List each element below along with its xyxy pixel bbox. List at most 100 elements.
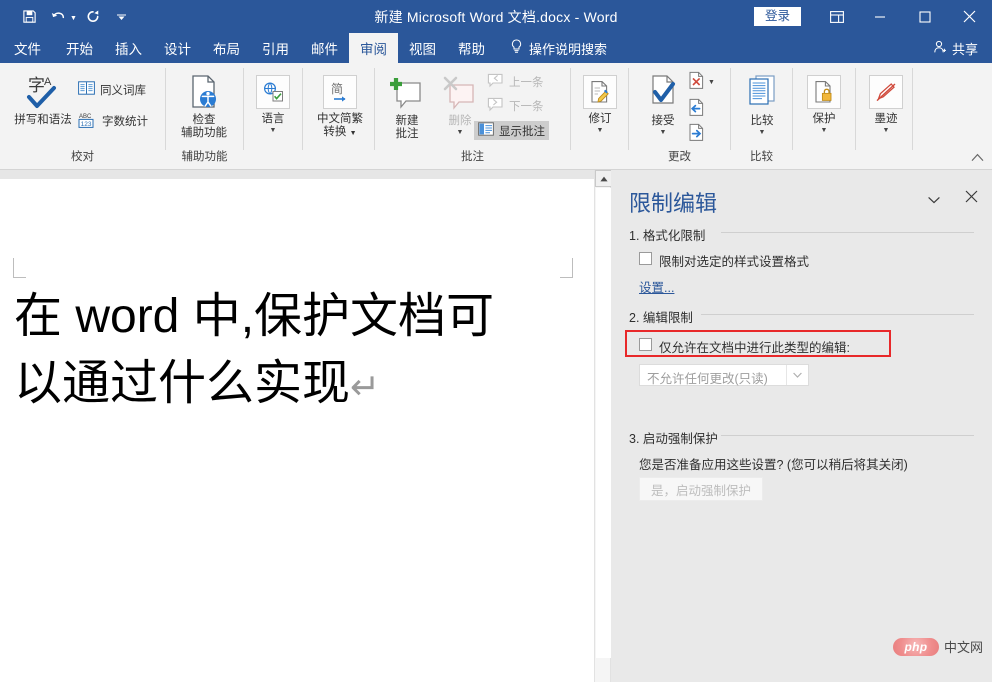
tab-design[interactable]: 设计 (153, 33, 202, 63)
language-icon (256, 73, 290, 111)
svg-text:123: 123 (81, 121, 92, 128)
spelling-check-icon: 字 A (23, 70, 63, 112)
track-changes-button[interactable]: 修订 ▼ (578, 73, 622, 135)
ink-dropdown-icon[interactable]: ▼ (883, 127, 890, 135)
chinese-conversion-label-1: 中文简繁 (317, 113, 363, 125)
undo-icon[interactable] (45, 4, 71, 30)
chinese-conversion-label-2: 转换 ▼ (323, 126, 357, 138)
chinese-conversion-button[interactable]: 简 中文简繁 转换 ▼ (309, 73, 371, 140)
track-changes-dropdown-icon[interactable]: ▼ (597, 127, 604, 135)
reject-dropdown-icon[interactable]: ▼ (708, 79, 715, 86)
formatting-settings-link[interactable]: 设置... (639, 277, 674, 296)
thesaurus-button[interactable]: 同义词库 (78, 81, 146, 98)
tab-help[interactable]: 帮助 (447, 33, 496, 63)
delete-comment-dropdown-icon: ▼ (456, 129, 464, 136)
formatting-restrictions-checkbox[interactable] (639, 252, 652, 265)
tab-view[interactable]: 视图 (398, 33, 447, 63)
sign-in-button[interactable]: 登录 (753, 6, 801, 27)
tab-review[interactable]: 审阅 (349, 33, 398, 63)
group-separator (570, 68, 571, 150)
document-page[interactable]: 在 word 中,保护文档可 以通过什么实现↵ (0, 179, 594, 682)
track-changes-label: 修订 (588, 113, 612, 125)
scrollbar-thumb[interactable] (596, 188, 611, 658)
show-comments-label: 显示批注 (499, 125, 545, 138)
check-accessibility-button[interactable]: 检查 辅助功能 (172, 70, 236, 140)
chevron-down-icon[interactable] (928, 195, 940, 207)
tab-mailings[interactable]: 邮件 (300, 33, 349, 63)
share-label: 共享 (951, 41, 978, 57)
next-comment-button: 下一条 (487, 97, 544, 115)
show-comments-button[interactable]: 显示批注 (474, 121, 549, 140)
ribbon: 字 A 拼写和语法 同义词库 ABC 123 字数统计 检查 辅助功能 语言 ▼… (0, 63, 992, 170)
formatting-restrictions-checkbox-row[interactable]: 限制对选定的样式设置格式 (639, 251, 809, 270)
svg-text:A: A (44, 76, 52, 88)
save-icon[interactable] (16, 4, 42, 30)
document-canvas[interactable]: 在 word 中,保护文档可 以通过什么实现↵ (0, 170, 594, 682)
section-3-heading: 3. 启动强制保护 (629, 432, 718, 446)
compare-dropdown-icon[interactable]: ▼ (759, 129, 766, 137)
accept-button[interactable]: 接受 ▼ (641, 71, 685, 137)
watermark: php 中文网 (893, 637, 983, 656)
tab-insert[interactable]: 插入 (104, 33, 153, 63)
tab-layout[interactable]: 布局 (202, 33, 251, 63)
vertical-scrollbar[interactable] (594, 170, 612, 682)
tab-references[interactable]: 引用 (251, 33, 300, 63)
group-separator (165, 68, 166, 150)
share-button[interactable]: 共享 (933, 33, 978, 63)
close-icon[interactable] (965, 189, 978, 206)
section-2-heading: 2. 编辑限制 (629, 311, 693, 325)
compare-button[interactable]: 比较 ▼ (740, 71, 784, 137)
protect-button[interactable]: 保护 ▼ (802, 73, 846, 135)
editing-restrictions-checkbox-row[interactable]: 仅允许在文档中进行此类型的编辑: (639, 337, 850, 356)
close-button[interactable] (947, 0, 992, 33)
tell-me-search[interactable]: 操作说明搜索 (496, 33, 607, 63)
thesaurus-label: 同义词库 (100, 84, 146, 97)
ink-icon (869, 73, 903, 111)
ribbon-display-options-icon[interactable] (817, 0, 857, 33)
collapse-ribbon-button[interactable] (971, 150, 984, 165)
group-separator (855, 68, 856, 150)
reject-change-icon (688, 71, 705, 93)
document-body-text[interactable]: 在 word 中,保护文档可 以通过什么实现↵ (14, 283, 576, 420)
previous-comment-icon (487, 73, 504, 91)
maximize-button[interactable] (902, 0, 947, 33)
svg-text:字: 字 (28, 76, 45, 95)
check-accessibility-label-2: 辅助功能 (181, 127, 227, 139)
redo-icon[interactable] (80, 4, 106, 30)
spelling-grammar-button[interactable]: 字 A 拼写和语法 (5, 70, 81, 127)
new-comment-button[interactable]: 新建 批注 (382, 71, 432, 141)
editing-restrictions-checkbox[interactable] (639, 338, 652, 351)
next-comment-label: 下一条 (509, 101, 544, 113)
next-change-button[interactable] (688, 123, 705, 145)
new-comment-label-2: 批注 (395, 128, 419, 140)
editing-restrictions-label: 仅允许在文档中进行此类型的编辑: (659, 341, 850, 355)
accept-dropdown-icon[interactable]: ▼ (660, 129, 667, 137)
language-dropdown-icon[interactable]: ▼ (270, 127, 277, 135)
tab-file[interactable]: 文件 (0, 33, 55, 63)
track-changes-icon (583, 73, 617, 111)
compare-label: 比较 (750, 115, 774, 127)
word-count-button[interactable]: ABC 123 字数统计 (78, 111, 148, 131)
new-comment-icon (389, 71, 425, 113)
next-comment-icon (487, 97, 504, 115)
word-count-label: 字数统计 (102, 116, 148, 128)
chevron-down-icon[interactable] (786, 365, 808, 385)
new-comment-label-1: 新建 (395, 115, 419, 127)
scroll-up-arrow-icon[interactable] (595, 170, 612, 187)
protect-label: 保护 (812, 113, 836, 125)
ink-button[interactable]: 墨迹 ▼ (864, 73, 908, 135)
reject-button[interactable]: ▼ (688, 71, 715, 93)
protect-dropdown-icon[interactable]: ▼ (821, 127, 828, 135)
language-button[interactable]: 语言 ▼ (249, 73, 297, 135)
svg-text:简: 简 (331, 82, 343, 96)
customize-qat-icon[interactable] (109, 4, 135, 30)
section-3-rule (721, 435, 974, 436)
tab-home[interactable]: 开始 (55, 33, 104, 63)
ruler-strip (0, 170, 594, 179)
pane-title: 限制编辑 (629, 191, 718, 216)
minimize-button[interactable] (857, 0, 902, 33)
editing-type-dropdown[interactable]: 不允许任何更改(只读) (639, 364, 809, 386)
previous-change-button[interactable] (688, 98, 705, 120)
group-separator (912, 68, 913, 150)
undo-dropdown-icon[interactable]: ▼ (70, 15, 77, 22)
